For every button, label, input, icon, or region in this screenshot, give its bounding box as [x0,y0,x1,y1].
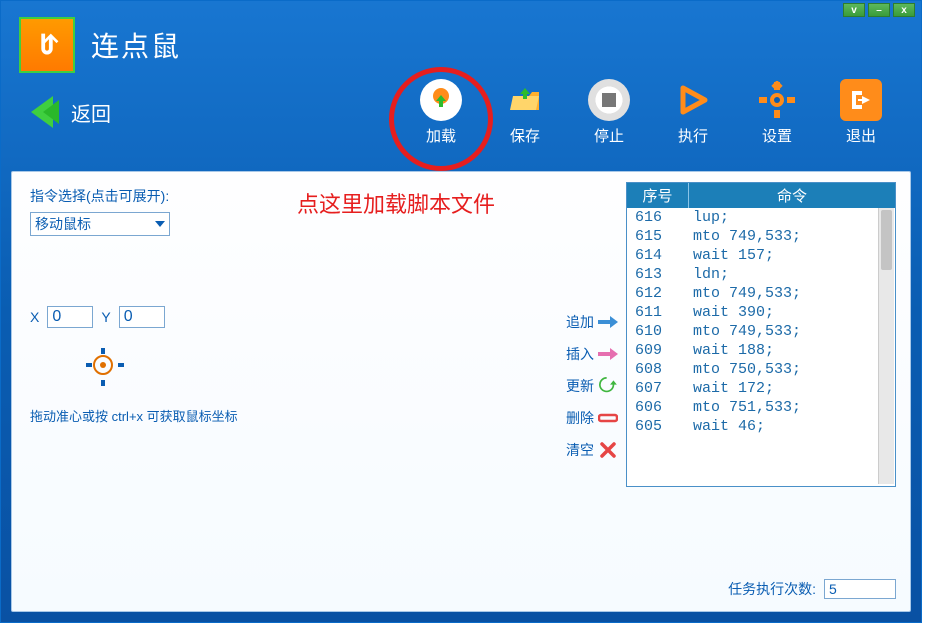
clear-button[interactable]: 清空 [566,440,618,460]
crosshair-picker[interactable] [88,350,122,384]
stop-button[interactable]: 停止 [573,79,645,146]
app-title: 连点鼠 [91,25,181,65]
app-logo-icon [28,26,66,64]
x-label: X [30,309,39,325]
y-label: Y [101,309,110,325]
table-row[interactable]: 610mto 749,533; [627,322,895,341]
table-row[interactable]: 606mto 751,533; [627,398,895,417]
scrollbar[interactable] [878,208,894,484]
load-label: 加载 [426,125,456,146]
exit-icon [840,79,882,121]
row-cmd: mto 751,533; [685,399,895,416]
save-label: 保存 [510,125,540,146]
arrow-right-pink-icon [598,346,618,362]
row-cmd: mto 749,533; [685,285,895,302]
exit-label: 退出 [846,125,876,146]
insert-button[interactable]: 插入 [566,344,618,364]
row-cmd: ldn; [685,266,895,283]
stop-label: 停止 [594,125,624,146]
annotation-text: 点这里加载脚本文件 [297,187,495,219]
row-cmd: wait 390; [685,304,895,321]
run-button[interactable]: 执行 [657,79,729,146]
win-close-button[interactable]: x [893,3,915,17]
row-sn: 614 [627,247,685,264]
row-sn: 611 [627,304,685,321]
row-cmd: wait 157; [685,247,895,264]
table-row[interactable]: 605wait 46; [627,417,895,436]
row-sn: 606 [627,399,685,416]
gear-icon [756,79,798,121]
back-label: 返回 [71,98,111,127]
x-input[interactable] [47,306,93,328]
delete-label: 删除 [566,408,594,428]
settings-button[interactable]: 设置 [741,79,813,146]
row-sn: 612 [627,285,685,302]
row-sn: 616 [627,209,685,226]
refresh-icon [598,378,618,394]
app-logo [19,17,75,73]
exec-count-label: 任务执行次数: [728,579,816,599]
row-sn: 613 [627,266,685,283]
row-cmd: wait 46; [685,418,895,435]
cmd-select[interactable]: 移动鼠标 [30,212,170,236]
minus-icon [598,410,618,426]
run-label: 执行 [678,125,708,146]
arrow-right-icon [598,314,618,330]
table-row[interactable]: 607wait 172; [627,379,895,398]
row-sn: 610 [627,323,685,340]
stop-icon [588,79,630,121]
save-icon [504,79,546,121]
x-icon [598,442,618,458]
row-cmd: wait 188; [685,342,895,359]
row-cmd: mto 749,533; [685,323,895,340]
exit-button[interactable]: 退出 [825,79,897,146]
row-cmd: mto 750,533; [685,361,895,378]
row-cmd: lup; [685,209,895,226]
win-v-button[interactable]: v [843,3,865,17]
insert-label: 插入 [566,344,594,364]
load-button[interactable]: 加载 [405,79,477,146]
chevron-down-icon [155,221,165,227]
table-row[interactable]: 616lup; [627,208,895,227]
delete-button[interactable]: 删除 [566,408,618,428]
win-minimize-button[interactable]: – [868,3,890,17]
titlebar: v – x [1,1,921,17]
row-sn: 609 [627,342,685,359]
update-label: 更新 [566,376,594,396]
table-row[interactable]: 614wait 157; [627,246,895,265]
row-cmd: mto 749,533; [685,228,895,245]
row-sn: 607 [627,380,685,397]
settings-label: 设置 [762,125,792,146]
append-label: 追加 [566,312,594,332]
clear-label: 清空 [566,440,594,460]
table-row[interactable]: 611wait 390; [627,303,895,322]
row-cmd: wait 172; [685,380,895,397]
cmd-select-value: 移动鼠标 [35,214,91,234]
append-button[interactable]: 追加 [566,312,618,332]
back-button[interactable]: 返回 [31,96,111,128]
row-sn: 608 [627,361,685,378]
table-row[interactable]: 615mto 749,533; [627,227,895,246]
update-button[interactable]: 更新 [566,376,618,396]
row-sn: 615 [627,228,685,245]
save-button[interactable]: 保存 [489,79,561,146]
script-table-header: 序号 命令 [627,183,895,208]
chevron-left-icon [43,100,59,124]
table-row[interactable]: 609wait 188; [627,341,895,360]
table-row[interactable]: 613ldn; [627,265,895,284]
load-icon [420,79,462,121]
table-row[interactable]: 612mto 749,533; [627,284,895,303]
y-input[interactable] [119,306,165,328]
row-sn: 605 [627,418,685,435]
header-cmd: 命令 [689,183,895,208]
header-sn: 序号 [627,183,689,208]
exec-count-input[interactable] [824,579,896,599]
run-icon [672,79,714,121]
script-table: 序号 命令 616lup;615mto 749,533;614wait 157;… [626,182,896,487]
table-row[interactable]: 608mto 750,533; [627,360,895,379]
